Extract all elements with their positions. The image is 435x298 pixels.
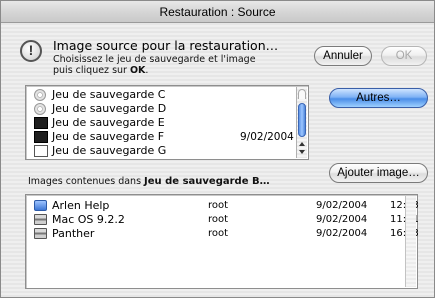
window-title: Restauration : Source xyxy=(1,1,434,23)
list-item[interactable]: Jeu de sauvegarde E xyxy=(34,116,296,130)
table-row[interactable]: Panther root 9/02/2004 16:03 xyxy=(34,227,419,240)
images-list[interactable]: Arlen Help root 9/02/2004 12:03 Mac OS 9… xyxy=(25,194,419,289)
help-icon xyxy=(34,200,47,211)
scroll-thumb[interactable] xyxy=(298,103,306,137)
cd-icon xyxy=(34,89,46,101)
disk-icon xyxy=(34,228,47,239)
add-image-button[interactable]: Ajouter image… xyxy=(329,163,428,183)
list-item[interactable]: Jeu de sauvegarde C xyxy=(34,88,296,102)
ok-button[interactable]: OK xyxy=(381,46,427,66)
tape-icon xyxy=(34,131,48,143)
images-list-scrollbar[interactable] xyxy=(405,196,416,287)
disk-icon xyxy=(34,214,47,225)
dialog-instructions: Choisissez le jeu de sauvegarde et l'ima… xyxy=(53,54,256,76)
images-section-label: Images contenues dans Jeu de sauvegarde … xyxy=(28,176,270,187)
list-item[interactable]: Jeu de sauvegarde D xyxy=(34,102,296,116)
others-button[interactable]: Autres… xyxy=(329,88,428,108)
scroll-up-icon[interactable] xyxy=(299,142,305,146)
dialog-heading: Image source pour la restauration… xyxy=(53,38,279,53)
backup-set-list[interactable]: Jeu de sauvegarde C Jeu de sauvegarde D … xyxy=(25,85,309,160)
source-list-scrollbar[interactable] xyxy=(296,87,307,158)
restore-source-dialog: Restauration : Source ! Image source pou… xyxy=(0,0,435,298)
blank-icon xyxy=(34,145,48,157)
scroll-down-icon[interactable] xyxy=(299,150,305,154)
tape-icon xyxy=(34,117,48,129)
list-item[interactable]: Jeu de sauvegarde G xyxy=(34,144,296,158)
exclamation-icon: ! xyxy=(20,40,42,62)
list-item[interactable]: Jeu de sauvegarde F 9/02/2004 xyxy=(34,130,296,144)
cd-icon xyxy=(34,103,46,115)
cancel-button[interactable]: Annuler xyxy=(314,46,372,66)
table-row[interactable]: Arlen Help root 9/02/2004 12:03 xyxy=(34,199,419,212)
scroll-cap xyxy=(298,89,306,99)
table-row[interactable]: Mac OS 9.2.2 root 9/02/2004 11:41 xyxy=(34,213,419,226)
